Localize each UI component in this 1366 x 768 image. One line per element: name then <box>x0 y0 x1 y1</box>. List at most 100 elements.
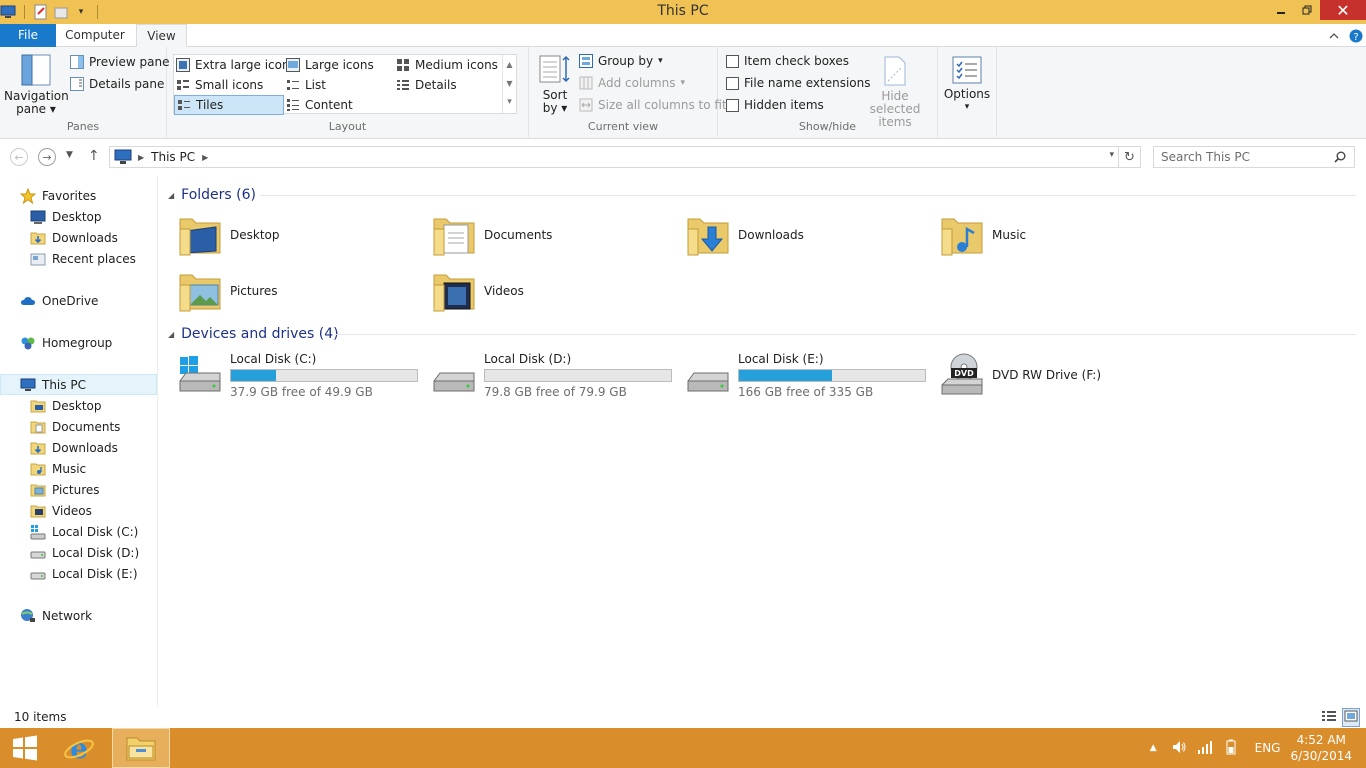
close-button[interactable]: ✕ <box>1320 0 1366 20</box>
nav-pc-local-disk-c[interactable]: Local Disk (C:) <box>0 521 157 542</box>
nav-pc-downloads[interactable]: Downloads <box>0 437 157 458</box>
navigation-pane-button[interactable]: Navigation pane ▾ <box>4 53 69 116</box>
nav-favorites[interactable]: Favorites <box>0 185 157 206</box>
hard-drive-icon <box>687 372 729 392</box>
search-box[interactable]: Search This PC <box>1153 146 1355 168</box>
list-icon <box>287 80 299 90</box>
nav-pc-desktop[interactable]: Desktop <box>0 395 157 416</box>
folder-tile-documents[interactable]: Documents <box>430 209 552 261</box>
nav-pc-local-disk-d[interactable]: Local Disk (D:) <box>0 542 157 563</box>
input-language-indicator[interactable]: ENG <box>1255 741 1281 755</box>
search-input[interactable]: Search This PC <box>1161 150 1250 164</box>
breadcrumb-chevron-icon[interactable]: ▶ <box>202 153 208 162</box>
breadcrumb-this-pc[interactable]: This PC <box>151 150 195 164</box>
minimize-ribbon-button[interactable] <box>1326 28 1342 44</box>
nav-onedrive[interactable]: OneDrive <box>0 290 157 311</box>
volume-icon[interactable] <box>1171 739 1187 758</box>
item-check-boxes-checkbox[interactable] <box>726 54 739 68</box>
address-history-button[interactable]: ▾ <box>1109 150 1114 160</box>
drive-tile-c[interactable]: Local Disk (C:) 37.9 GB free of 49.9 GB <box>176 349 418 401</box>
nav-fav-recent-places[interactable]: Recent places <box>0 248 157 269</box>
windows-logo-icon <box>13 735 37 761</box>
chevron-up-icon <box>1329 33 1339 39</box>
drives-section-header[interactable]: ◢ Devices and drives (4) <box>168 323 339 345</box>
hidden-items-checkbox[interactable] <box>726 98 739 112</box>
extra-large-icons-option[interactable]: Extra large icons <box>176 55 296 75</box>
nav-fav-desktop[interactable]: Desktop <box>0 206 157 227</box>
medium-icons-option[interactable]: Medium icons <box>396 55 498 75</box>
tab-file[interactable]: File <box>0 24 56 47</box>
show-hidden-icons-button[interactable]: ▲ <box>1150 743 1157 753</box>
folder-tile-pictures[interactable]: Pictures <box>176 265 278 317</box>
navigation-pane: Favorites Desktop Downloads Recent place… <box>0 176 158 706</box>
hide-selected-items-button[interactable]: Hide selected items <box>856 55 934 129</box>
minimize-button[interactable] <box>1268 0 1294 20</box>
add-columns-button[interactable]: Add columns ▾ <box>579 73 685 93</box>
large-icons-view-button[interactable] <box>1342 708 1360 727</box>
address-bar[interactable]: ▶ This PC ▶ ▾ ↻ <box>109 146 1141 168</box>
details-pane-button[interactable]: Details pane <box>70 74 164 94</box>
search-icon[interactable] <box>1334 151 1346 163</box>
nav-fav-downloads[interactable]: Downloads <box>0 227 157 248</box>
taskbar-internet-explorer[interactable]: e <box>52 728 106 768</box>
help-button[interactable]: ? <box>1348 28 1364 44</box>
folder-tile-music[interactable]: Music <box>938 209 1026 261</box>
tab-computer[interactable]: Computer <box>56 24 134 47</box>
collapse-caret-icon[interactable]: ◢ <box>168 330 174 339</box>
tab-view[interactable]: View <box>136 24 187 48</box>
options-button[interactable]: Options ▾ <box>942 55 992 114</box>
file-name-extensions-toggle[interactable]: File name extensions <box>726 73 871 93</box>
gallery-more-icon[interactable]: ▾ <box>503 93 516 112</box>
content-option[interactable]: Content <box>286 95 353 115</box>
drive-tile-f[interactable]: DVD DVD RW Drive (F:) <box>938 349 1101 401</box>
folder-tile-desktop[interactable]: Desktop <box>176 209 280 261</box>
recent-locations-button[interactable]: ▼ <box>66 150 73 160</box>
folder-tile-downloads[interactable]: Downloads <box>684 209 804 261</box>
nav-pc-pictures[interactable]: Pictures <box>0 479 157 500</box>
collapse-caret-icon[interactable]: ◢ <box>168 191 174 200</box>
downloads-folder-icon <box>30 442 46 454</box>
nav-pc-videos[interactable]: Videos <box>0 500 157 521</box>
list-option[interactable]: List <box>286 75 326 95</box>
battery-icon[interactable] <box>1223 739 1239 758</box>
nav-pc-local-disk-e[interactable]: Local Disk (E:) <box>0 563 157 584</box>
large-icons-option[interactable]: Large icons <box>286 55 374 75</box>
item-check-boxes-toggle[interactable]: Item check boxes <box>726 51 849 71</box>
details-view-button[interactable] <box>1321 709 1337 726</box>
file-name-extensions-checkbox[interactable] <box>726 76 739 90</box>
nav-network[interactable]: Network <box>0 605 157 626</box>
layout-gallery-scrollbar[interactable]: ▲ ▼ ▾ <box>502 55 516 113</box>
preview-pane-button[interactable]: Preview pane <box>70 52 169 72</box>
nav-pc-documents[interactable]: Documents <box>0 416 157 437</box>
scroll-up-icon[interactable]: ▲ <box>503 55 516 74</box>
up-button[interactable]: ↑ <box>88 148 100 164</box>
network-signal-icon[interactable] <box>1197 739 1213 758</box>
hidden-items-toggle[interactable]: Hidden items <box>726 95 824 115</box>
extra-large-icons-label: Extra large icons <box>195 58 296 72</box>
nav-pc-music[interactable]: Music <box>0 458 157 479</box>
back-button[interactable]: ← <box>10 148 28 166</box>
breadcrumb-chevron-icon[interactable]: ▶ <box>138 153 144 162</box>
tiles-option[interactable]: Tiles <box>174 95 284 115</box>
nav-this-pc[interactable]: This PC <box>0 374 157 395</box>
layout-group-label: Layout <box>328 120 367 133</box>
forward-button[interactable]: → <box>38 148 56 166</box>
folders-section-header[interactable]: ◢ Folders (6) <box>168 184 256 206</box>
start-button[interactable] <box>0 728 50 768</box>
maximize-button[interactable] <box>1294 0 1320 20</box>
taskbar-clock[interactable]: 4:52 AM 6/30/2014 <box>1290 732 1352 764</box>
sort-by-button[interactable]: Sort by ▾ <box>535 54 575 115</box>
small-icons-option[interactable]: Small icons <box>176 75 263 95</box>
scroll-down-icon[interactable]: ▼ <box>503 74 516 93</box>
drive-free-space: 79.8 GB free of 79.9 GB <box>484 384 627 399</box>
drive-tile-e[interactable]: Local Disk (E:) 166 GB free of 335 GB <box>684 349 926 401</box>
refresh-button[interactable]: ↻ <box>1118 147 1140 167</box>
details-option[interactable]: Details <box>396 75 457 95</box>
drive-tile-d[interactable]: Local Disk (D:) 79.8 GB free of 79.9 GB <box>430 349 672 401</box>
taskbar-file-explorer[interactable] <box>112 728 170 768</box>
nav-homegroup[interactable]: Homegroup <box>0 332 157 353</box>
size-all-columns-button[interactable]: Size all columns to fit <box>579 95 727 115</box>
folder-tile-videos[interactable]: Videos <box>430 265 524 317</box>
group-by-button[interactable]: Group by ▾ <box>579 51 663 71</box>
videos-folder-icon <box>433 274 475 312</box>
